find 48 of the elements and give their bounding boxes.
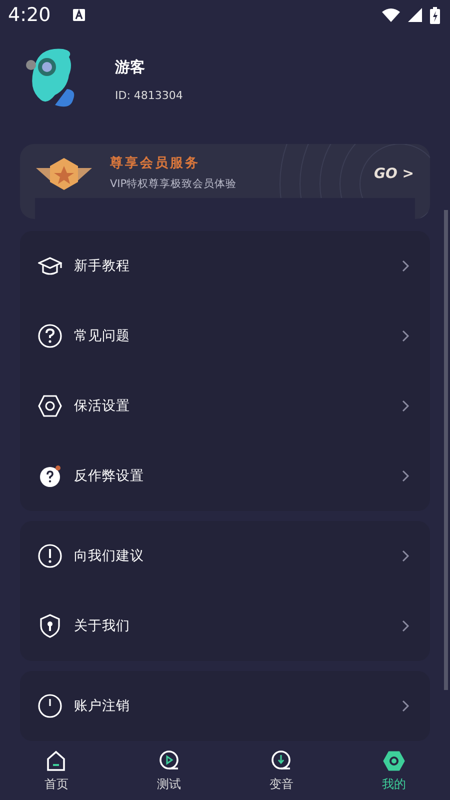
hexagon-icon — [38, 394, 62, 418]
power-icon — [38, 694, 62, 718]
microphone-icon — [270, 750, 292, 772]
status-time: 4:20 — [8, 4, 51, 26]
nav-tab[interactable]: 测试 — [138, 750, 199, 792]
exclamation-icon — [38, 544, 62, 568]
chevron-icon — [402, 550, 410, 562]
menu-item[interactable]: 保活设置 — [20, 371, 430, 441]
nav-tab[interactable]: 首页 — [26, 750, 86, 792]
battery-icon — [430, 6, 440, 24]
shield-icon — [38, 614, 62, 638]
vip-title: 尊享会员服务 — [110, 154, 201, 172]
nav-tab[interactable]: 我的 — [364, 750, 424, 792]
menu-item[interactable]: 向我们建议 — [20, 521, 430, 591]
question-icon — [38, 324, 62, 348]
nav-tab[interactable]: 变音 — [251, 750, 312, 792]
go-link[interactable]: GO > — [374, 166, 414, 182]
signal-icon — [408, 8, 422, 22]
menu-item[interactable]: 新手教程 — [20, 231, 430, 301]
chevron-icon — [402, 260, 410, 272]
chevron-icon — [402, 400, 410, 412]
menu-label: 关于我们 — [74, 617, 131, 635]
user-name: 游客 — [115, 58, 146, 77]
menu-item[interactable]: 账户注销 — [20, 671, 430, 741]
chevron-icon — [402, 620, 410, 632]
menu-label: 常见问题 — [74, 327, 131, 345]
wifi-icon — [382, 8, 400, 22]
menu-label: 账户注销 — [74, 697, 131, 715]
menu-item[interactable]: 常见问题 — [20, 301, 430, 371]
user-id: ID: 4813304 — [115, 89, 183, 102]
menu-item[interactable]: 反作弊设置 — [20, 441, 430, 511]
vip-subtitle: VIP特权尊享极致会员体验 — [110, 178, 238, 190]
menu-label: 保活设置 — [74, 397, 131, 415]
home-icon — [45, 750, 68, 772]
menu-label: 反作弊设置 — [74, 467, 145, 485]
menu-item[interactable]: 关于我们 — [20, 591, 430, 661]
hexagon-icon — [382, 750, 405, 772]
play-icon — [158, 750, 180, 772]
menu-label: 新手教程 — [74, 257, 131, 275]
vip-banner[interactable]: 尊享会员服务 VIP特权尊享极致会员体验 GO > — [20, 144, 430, 219]
graduation-cap-icon — [38, 254, 62, 278]
notification-icon — [72, 9, 85, 21]
chevron-icon — [402, 330, 410, 342]
chevron-icon — [402, 470, 410, 482]
scrollbar[interactable] — [444, 210, 448, 690]
chevron-icon — [402, 700, 410, 712]
question-icon — [38, 464, 62, 488]
menu-label: 向我们建议 — [74, 547, 145, 565]
